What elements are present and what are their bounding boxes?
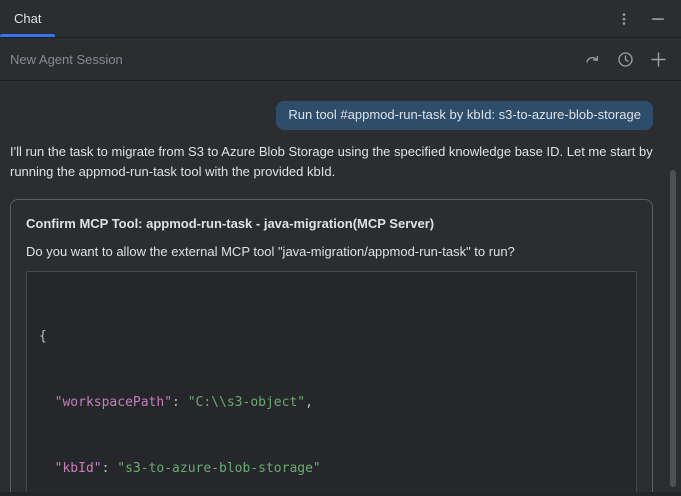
code-line: "kbId": "s3-to-azure-blob-storage"	[39, 458, 624, 480]
user-message-row: Run tool #appmod-run-task by kbId: s3-to…	[10, 101, 653, 130]
session-title: New Agent Session	[10, 52, 123, 67]
session-toolbar: New Agent Session	[0, 38, 681, 81]
tool-arguments-code-block: { "workspacePath": "C:\\s3-object", "kbI…	[26, 271, 637, 496]
tab-bar: Chat	[0, 0, 681, 38]
code-open-brace: {	[39, 329, 47, 344]
confirm-card-question: Do you want to allow the external MCP to…	[26, 244, 637, 259]
minimize-icon[interactable]	[647, 8, 669, 30]
chat-messages-area: Run tool #appmod-run-task by kbId: s3-to…	[0, 101, 681, 496]
json-value-workspacepath: "C:\\s3-object"	[188, 395, 305, 410]
tab-chat-label: Chat	[14, 11, 41, 26]
json-value-kbid: "s3-to-azure-blob-storage"	[117, 461, 321, 476]
redo-arrow-icon[interactable]	[581, 48, 603, 70]
json-separator: :	[172, 395, 188, 410]
mcp-confirm-card: Confirm MCP Tool: appmod-run-task - java…	[10, 199, 653, 496]
scrollbar-thumb[interactable]	[670, 170, 676, 487]
json-separator: :	[102, 461, 118, 476]
more-options-icon[interactable]	[613, 8, 635, 30]
chat-tool-window: Chat New Agent Session	[0, 0, 681, 496]
active-tab-indicator	[0, 34, 55, 37]
code-line: {	[39, 326, 624, 348]
confirm-card-title: Confirm MCP Tool: appmod-run-task - java…	[26, 216, 637, 231]
tab-chat[interactable]: Chat	[0, 0, 55, 37]
json-comma: ,	[305, 395, 313, 410]
code-line: "workspacePath": "C:\\s3-object",	[39, 392, 624, 414]
tab-bar-actions	[613, 8, 681, 30]
session-toolbar-actions	[581, 48, 669, 70]
json-key-kbid: "kbId"	[55, 461, 102, 476]
history-clock-icon[interactable]	[614, 48, 636, 70]
json-key-workspacepath: "workspacePath"	[55, 395, 172, 410]
assistant-message: I'll run the task to migrate from S3 to …	[10, 142, 671, 182]
new-chat-plus-icon[interactable]	[647, 48, 669, 70]
user-message-bubble: Run tool #appmod-run-task by kbId: s3-to…	[276, 101, 653, 130]
